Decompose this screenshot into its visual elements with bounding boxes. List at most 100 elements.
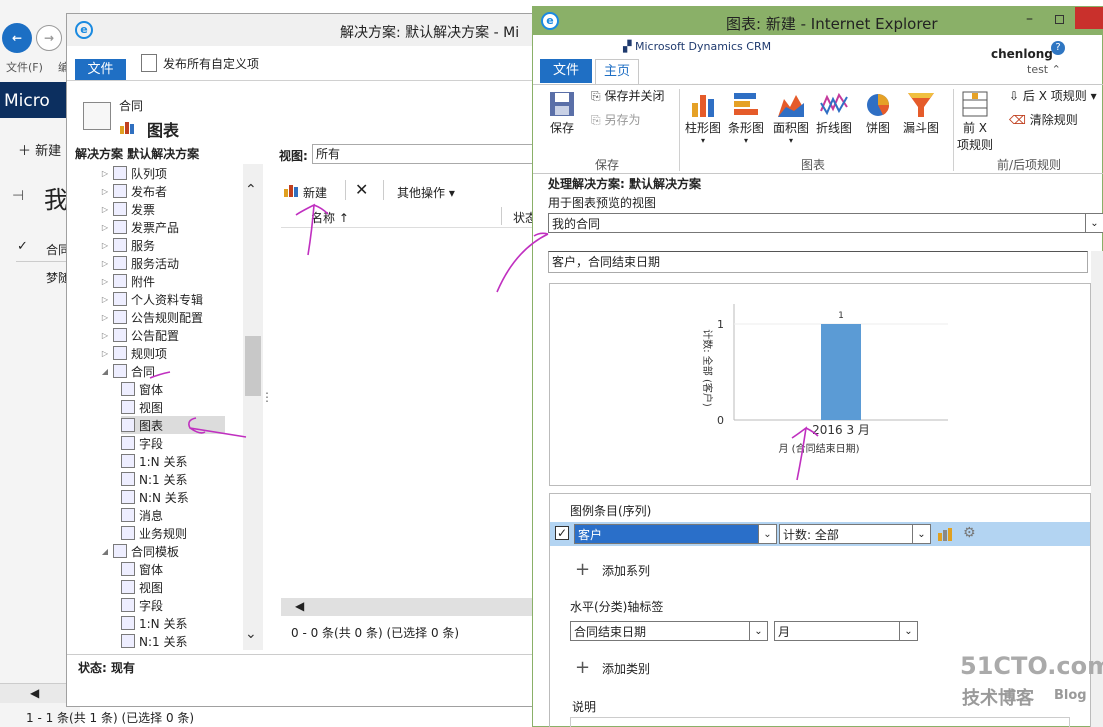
tree-item[interactable]: N:1 关系 — [121, 470, 187, 488]
add-category-icon[interactable]: + — [575, 657, 590, 678]
select-all-check[interactable]: ✓ — [17, 239, 28, 254]
scroll-up-chevron-icon[interactable]: ⌃ — [245, 182, 257, 198]
expand-arrow-icon[interactable]: ▷ — [101, 169, 109, 178]
tree-item[interactable]: 消息 — [121, 506, 163, 524]
expand-arrow-icon[interactable]: ▷ — [101, 331, 109, 340]
expand-arrow-icon[interactable]: ▷ — [101, 295, 109, 304]
chart-name-field[interactable]: 客户，合同结束日期 — [548, 251, 1088, 273]
series-options-icon[interactable]: ⚙ — [963, 525, 976, 541]
series-field-select[interactable]: 客户 ⌄ — [574, 524, 777, 544]
tree-item[interactable]: 1:N 关系 — [121, 614, 187, 632]
expand-arrow-icon[interactable]: ▷ — [101, 205, 109, 214]
tree-item[interactable]: 1:N 关系 — [121, 452, 187, 470]
save-button[interactable]: 保存 — [547, 89, 577, 136]
add-series-icon[interactable]: + — [575, 559, 590, 580]
tree-scroll-thumb[interactable] — [245, 336, 261, 396]
scroll-down-chevron-icon[interactable]: ⌄ — [245, 626, 257, 642]
expand-arrow-icon[interactable]: ▷ — [101, 313, 109, 322]
org-name[interactable]: test ⌃ — [1027, 63, 1061, 76]
tree-item[interactable]: ▷ 个人资料专辑 — [101, 290, 203, 308]
expand-arrow-icon[interactable]: ▷ — [101, 277, 109, 286]
series-checkbox[interactable]: ✓ — [555, 526, 569, 540]
bg-new-button[interactable]: ＋ 新建 — [18, 140, 61, 159]
collapse-arrow-icon[interactable]: ◢ — [101, 367, 109, 376]
tree-item[interactable]: 视图 — [121, 398, 163, 416]
user-name[interactable]: chenlong — [991, 47, 1053, 61]
delete-icon[interactable]: ✕ — [355, 180, 368, 199]
tree-item[interactable]: ▷ 服务活动 — [101, 254, 179, 272]
category-field-select[interactable]: 合同结束日期 ⌄ — [570, 621, 768, 641]
clear-rules-button[interactable]: ⌫ 清除规则 — [1009, 111, 1078, 128]
add-series-button[interactable]: 添加系列 — [602, 562, 650, 579]
tree-item[interactable]: ▷ 队列项 — [101, 164, 167, 182]
tree-item[interactable]: ▷ 公告配置 — [101, 326, 179, 344]
expand-arrow-icon[interactable]: ▷ — [101, 241, 109, 250]
top-x-rules-button[interactable]: 前 X 项规则 — [957, 89, 993, 153]
new-button[interactable]: 新建 — [303, 184, 327, 201]
series-chart-type-icon[interactable] — [937, 527, 953, 541]
entity-node-icon — [121, 472, 135, 486]
tab-file[interactable]: 文件 — [540, 59, 592, 83]
area-chart-button[interactable]: 面积图 ▾ — [773, 89, 809, 145]
pie-chart-button[interactable]: 饼图 — [863, 89, 893, 136]
tree-item[interactable]: ◢ 合同模板 — [101, 542, 179, 560]
column-chart-button[interactable]: 柱形图 ▾ — [685, 89, 721, 145]
tree-item[interactable]: 图表 — [121, 416, 225, 434]
expand-arrow-icon[interactable]: ▷ — [101, 349, 109, 358]
col-name[interactable]: 名称 ↑ — [311, 209, 349, 226]
tree-item[interactable]: ▷ 发票 — [101, 200, 155, 218]
series-agg-select[interactable]: 计数: 全部 ⌄ — [779, 524, 931, 544]
close-button[interactable] — [1075, 7, 1103, 29]
tab-home[interactable]: 主页 — [595, 59, 639, 85]
line-chart-button[interactable]: 折线图 — [816, 89, 852, 136]
category-group-value: 月 — [778, 624, 791, 639]
menu-file[interactable]: 文件(F) — [6, 59, 43, 75]
category-group-select[interactable]: 月 ⌄ — [774, 621, 918, 641]
bar-chart-button[interactable]: 条形图 ▾ — [728, 89, 764, 145]
tree-item[interactable]: 窗体 — [121, 560, 163, 578]
tab-file[interactable]: 文件 — [75, 59, 126, 81]
entity-node-icon — [113, 220, 127, 234]
tree-item[interactable]: 字段 — [121, 434, 163, 452]
funnel-chart-button[interactable]: 漏斗图 — [903, 89, 939, 136]
splitter-handle[interactable]: ⋮ — [261, 390, 273, 404]
back-arrow-icon[interactable]: ← — [2, 23, 32, 53]
description-field[interactable] — [570, 717, 1070, 727]
tree-item[interactable]: ▷ 附件 — [101, 272, 155, 290]
tree-item[interactable]: 窗体 — [121, 380, 163, 398]
clear-rules-icon: ⌫ — [1009, 113, 1026, 127]
bottom-x-icon: ⇩ — [1009, 89, 1020, 103]
grid-h-scrollbar[interactable] — [281, 598, 537, 616]
publish-all-button[interactable]: 发布所有自定义项 — [163, 55, 259, 72]
forward-arrow-icon[interactable]: → — [36, 25, 62, 51]
tree-item[interactable]: 视图 — [121, 578, 163, 596]
tree-item[interactable]: 字段 — [121, 596, 163, 614]
tree-item[interactable]: ▷ 服务 — [101, 236, 155, 254]
tree-item[interactable]: 业务规则 — [121, 524, 187, 542]
scroll-left-arrow-icon[interactable]: ◀ — [30, 686, 39, 700]
expand-arrow-icon[interactable]: ▷ — [101, 259, 109, 268]
tree-item[interactable]: N:1 关系 — [121, 632, 187, 650]
expand-arrow-icon[interactable]: ▷ — [101, 187, 109, 196]
tree-item[interactable]: ▷ 发票产品 — [101, 218, 179, 236]
grid-scroll-left-icon[interactable]: ◀ — [295, 599, 304, 613]
tree-item[interactable]: ▷ 发布者 — [101, 182, 167, 200]
collapse-arrow-icon[interactable]: ◢ — [101, 547, 109, 556]
add-category-button[interactable]: 添加类别 — [602, 660, 650, 677]
tree-item[interactable]: N:N 关系 — [121, 488, 189, 506]
tree-scrollbar[interactable] — [243, 164, 263, 650]
more-actions-button[interactable]: 其他操作 ▾ — [397, 184, 455, 201]
maximize-button[interactable] — [1055, 15, 1064, 24]
view-select[interactable]: 所有 — [312, 144, 537, 164]
tree-item[interactable]: ▷ 公告规则配置 — [101, 308, 203, 326]
expand-arrow-icon[interactable]: ▷ — [101, 223, 109, 232]
tree-item[interactable]: ▷ 规则项 — [101, 344, 167, 362]
save-close-button[interactable]: ⎘ 保存并关闭 — [591, 87, 664, 104]
pin-icon[interactable]: ⊣ — [12, 188, 24, 204]
preview-view-select[interactable]: 我的合同 ⌄ — [548, 213, 1103, 233]
tree-item[interactable]: ◢ 合同 — [101, 362, 155, 380]
help-icon[interactable]: ? — [1051, 41, 1065, 55]
save-as-button[interactable]: ⎘ 另存为 — [591, 111, 640, 128]
bottom-x-rules-button[interactable]: ⇩ 后 X 项规则 ▾ — [1009, 87, 1097, 104]
minimize-button[interactable]: – — [1026, 11, 1033, 27]
